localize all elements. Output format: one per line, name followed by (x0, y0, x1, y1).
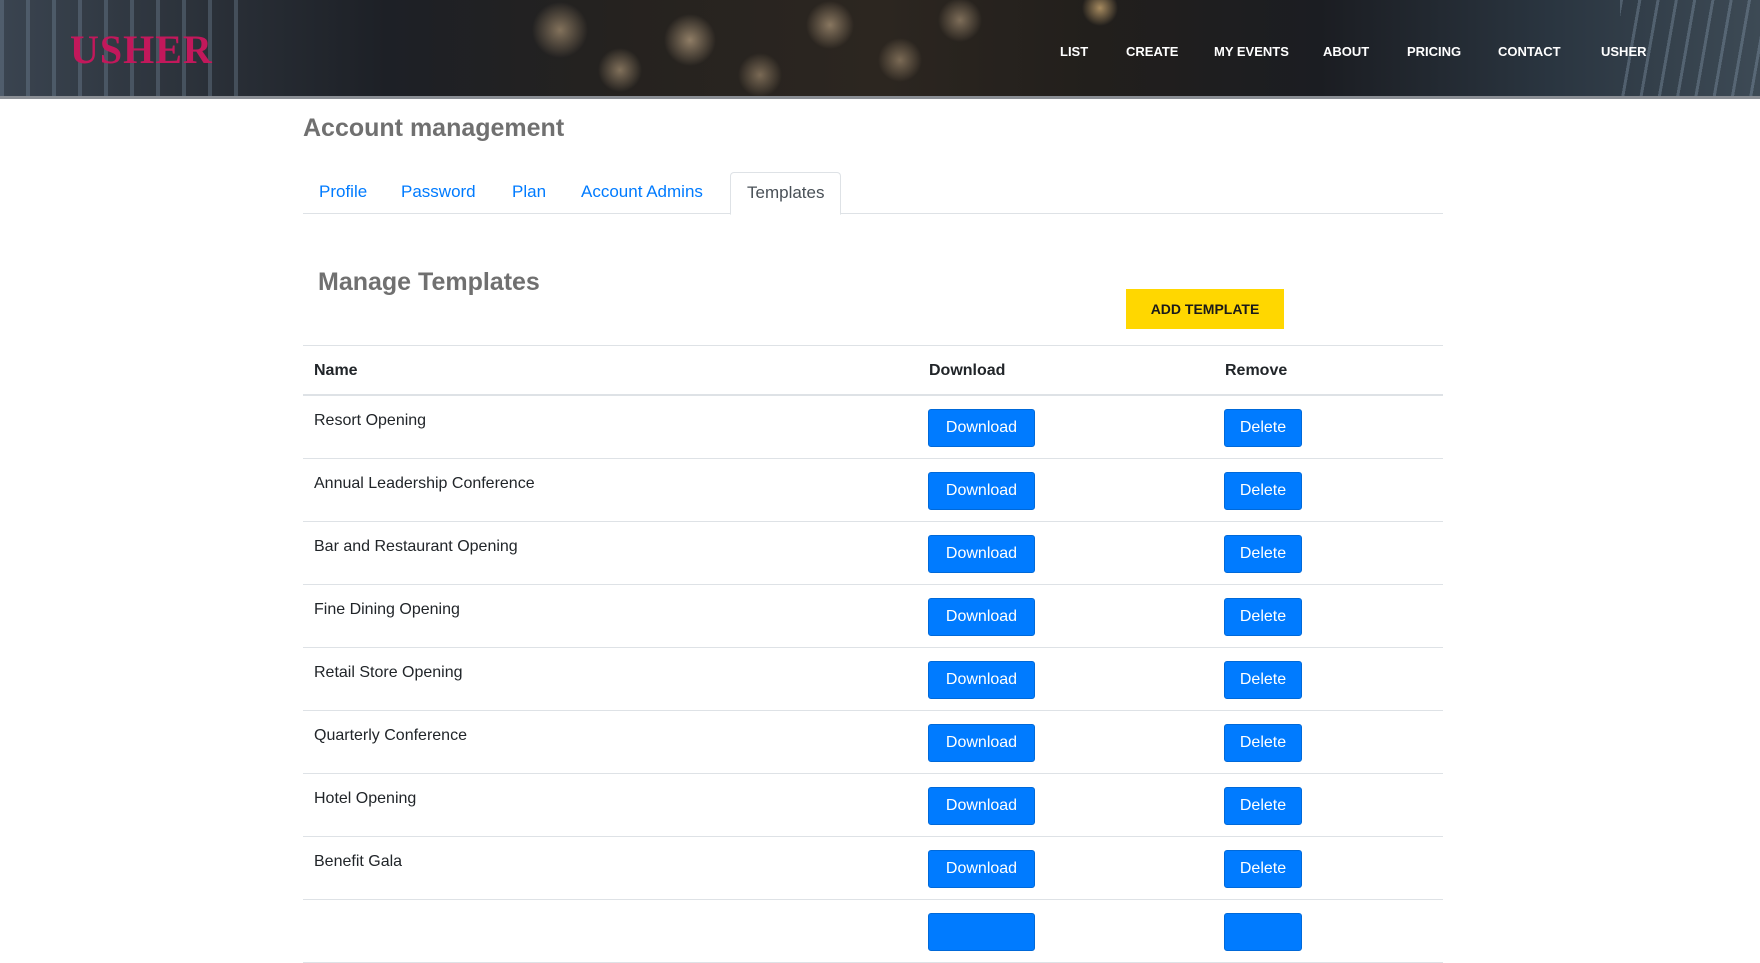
delete-button[interactable]: Delete (1224, 850, 1302, 888)
table-row: Benefit Gala Download Delete (303, 837, 1443, 900)
delete-button[interactable]: Delete (1224, 598, 1302, 636)
column-header-remove: Remove (1225, 362, 1288, 379)
download-button[interactable]: Download (928, 598, 1035, 636)
template-name: Annual Leadership Conference (314, 475, 535, 492)
template-name: Benefit Gala (314, 853, 403, 870)
table-row: Retail Store Opening Download Delete (303, 648, 1443, 711)
template-name: Resort Opening (314, 412, 427, 429)
nav-contact[interactable]: CONTACT (1498, 44, 1561, 59)
column-header-name: Name (314, 362, 358, 379)
nav-my-events[interactable]: MY EVENTS (1214, 44, 1289, 59)
table-row: Resort Opening Download Delete (303, 396, 1443, 459)
template-name: Retail Store Opening (314, 664, 463, 681)
download-button[interactable]: Download (928, 724, 1035, 762)
download-button[interactable]: Download (928, 535, 1035, 573)
table-header: Name Download Remove (303, 345, 1443, 396)
templates-table: Name Download Remove Resort Opening Down… (303, 345, 1443, 963)
table-row: Bar and Restaurant Opening Download Dele… (303, 522, 1443, 585)
table-row: Fine Dining Opening Download Delete (303, 585, 1443, 648)
column-header-download: Download (929, 362, 1006, 379)
table-row (303, 900, 1443, 963)
download-button[interactable] (928, 913, 1035, 951)
download-button[interactable]: Download (928, 787, 1035, 825)
delete-button[interactable]: Delete (1224, 409, 1302, 447)
tab-plan[interactable]: Plan (496, 172, 562, 214)
nav-list[interactable]: LIST (1060, 44, 1088, 59)
account-tabs: Profile Password Plan Account Admins Tem… (303, 172, 1443, 215)
nav-usher[interactable]: USHER (1601, 44, 1647, 59)
tab-templates[interactable]: Templates (730, 172, 842, 215)
table-row: Quarterly Conference Download Delete (303, 711, 1443, 774)
template-name: Quarterly Conference (314, 727, 467, 744)
delete-button[interactable]: Delete (1224, 724, 1302, 762)
delete-button[interactable]: Delete (1224, 787, 1302, 825)
site-header: USHER LIST CREATE MY EVENTS ABOUT PRICIN… (0, 0, 1760, 99)
section-title: Manage Templates (318, 268, 540, 296)
template-name: Bar and Restaurant Opening (314, 538, 518, 555)
download-button[interactable]: Download (928, 472, 1035, 510)
download-button[interactable]: Download (928, 409, 1035, 447)
page-title: Account management (303, 114, 565, 142)
tab-account-admins[interactable]: Account Admins (565, 172, 719, 214)
download-button[interactable]: Download (928, 850, 1035, 888)
nav-pricing[interactable]: PRICING (1407, 44, 1461, 59)
nav-about[interactable]: ABOUT (1323, 44, 1369, 59)
nav-create[interactable]: CREATE (1126, 44, 1178, 59)
table-row: Hotel Opening Download Delete (303, 774, 1443, 837)
usher-logo[interactable]: USHER (70, 28, 213, 72)
delete-button[interactable]: Delete (1224, 535, 1302, 573)
tab-profile[interactable]: Profile (303, 172, 383, 214)
add-template-button[interactable]: ADD TEMPLATE (1126, 289, 1284, 329)
delete-button[interactable] (1224, 913, 1302, 951)
download-button[interactable]: Download (928, 661, 1035, 699)
template-name: Hotel Opening (314, 790, 417, 807)
delete-button[interactable]: Delete (1224, 472, 1302, 510)
tab-password[interactable]: Password (385, 172, 492, 214)
table-row: Annual Leadership Conference Download De… (303, 459, 1443, 522)
template-name: Fine Dining Opening (314, 601, 460, 618)
delete-button[interactable]: Delete (1224, 661, 1302, 699)
